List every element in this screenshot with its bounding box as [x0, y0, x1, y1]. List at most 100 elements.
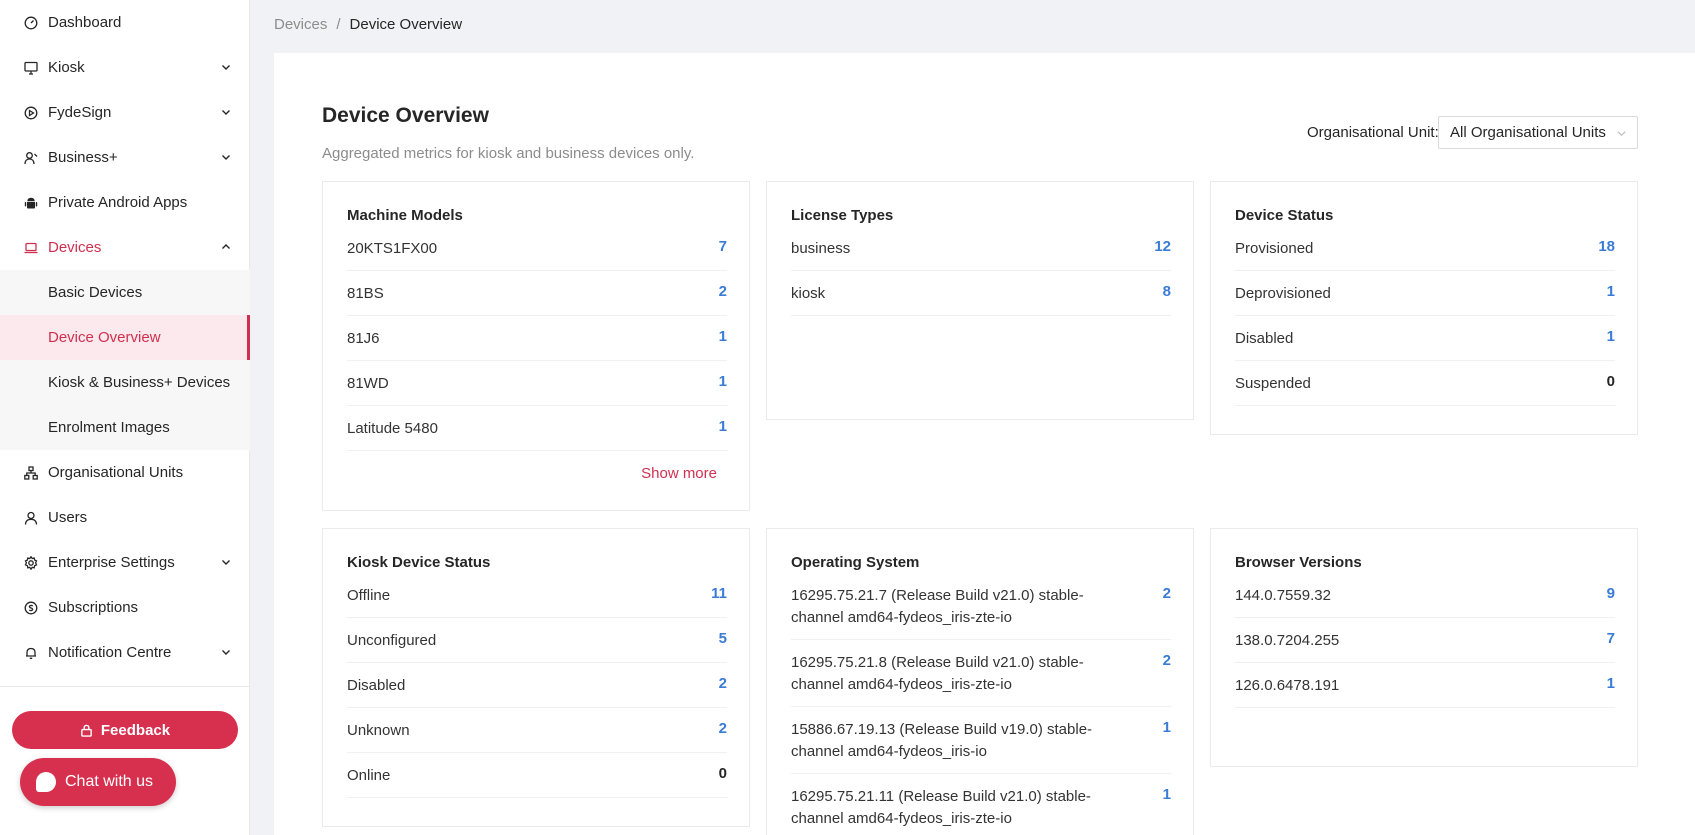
row-value[interactable]: 1	[1163, 786, 1171, 803]
sidebar: Dashboard Kiosk FydeSign Business+ Priva…	[0, 0, 250, 835]
breadcrumb: Devices / Device Overview	[274, 16, 462, 33]
chevron-down-icon	[1617, 131, 1626, 137]
lock-icon	[81, 724, 92, 737]
row-value[interactable]: 12	[1154, 238, 1171, 255]
sidebar-item-business[interactable]: Business+	[0, 135, 250, 180]
row-value[interactable]: 1	[719, 373, 727, 390]
sidebar-item-label: Devices	[48, 239, 102, 256]
sidebar-item-label: Enrolment Images	[48, 419, 170, 436]
show-more-link[interactable]: Show more	[641, 465, 717, 482]
row-label: 144.0.7559.32	[1235, 587, 1331, 604]
org-unit-label: Organisational Unit:	[1307, 124, 1439, 141]
chat-bubble-icon	[36, 772, 56, 792]
card-title: Operating System	[791, 554, 920, 571]
chat-label: Chat with us	[65, 773, 154, 790]
sidebar-item-notification-centre[interactable]: Notification Centre	[0, 630, 250, 675]
sidebar-item-basic-devices[interactable]: Basic Devices	[0, 270, 250, 315]
browser-versions-card: Browser Versions 144.0.7559.32 9 138.0.7…	[1210, 528, 1638, 767]
sidebar-item-label: Enterprise Settings	[48, 554, 175, 571]
page-title: Device Overview	[322, 104, 489, 127]
list-item: business 12	[791, 226, 1171, 271]
sidebar-item-subscriptions[interactable]: Subscriptions	[0, 585, 250, 630]
row-value[interactable]: 2	[719, 283, 727, 300]
org-units-icon	[24, 465, 38, 480]
sidebar-item-device-overview[interactable]: Device Overview	[0, 315, 250, 360]
laptop-icon	[24, 241, 38, 255]
sidebar-item-enrolment-images[interactable]: Enrolment Images	[0, 405, 250, 450]
row-value[interactable]: 11	[711, 585, 727, 602]
row-value[interactable]: 2	[1163, 652, 1171, 669]
row-value[interactable]: 1	[1607, 328, 1615, 345]
card-title: Browser Versions	[1235, 554, 1362, 571]
sidebar-item-label: Kiosk	[48, 59, 85, 76]
breadcrumb-devices-link[interactable]: Devices	[274, 16, 327, 33]
row-value[interactable]: 7	[719, 238, 727, 255]
breadcrumb-current: Device Overview	[349, 16, 463, 33]
list-item: Online 0	[347, 753, 727, 798]
sidebar-item-label: Organisational Units	[48, 464, 184, 481]
list-item: Disabled 2	[347, 663, 727, 708]
feedback-button[interactable]: Feedback	[12, 711, 238, 749]
sidebar-item-label: Basic Devices	[48, 284, 143, 301]
gear-icon	[24, 555, 38, 570]
sidebar-item-organisational-units[interactable]: Organisational Units	[0, 450, 250, 495]
fydesign-icon	[24, 106, 38, 120]
sidebar-item-fydesign[interactable]: FydeSign	[0, 90, 250, 135]
row-label: Latitude 5480	[347, 420, 438, 437]
user-icon	[24, 511, 38, 525]
android-icon	[24, 196, 38, 210]
list-item: Provisioned 18	[1235, 226, 1615, 271]
row-label: 16295.75.21.8 (Release Build v21.0) stab…	[791, 654, 1084, 693]
sidebar-item-kiosk-business-devices[interactable]: Kiosk & Business+ Devices	[0, 360, 250, 405]
row-value[interactable]: 1	[1607, 283, 1615, 300]
sidebar-item-private-android-apps[interactable]: Private Android Apps	[0, 180, 250, 225]
row-value[interactable]: 1	[1163, 719, 1171, 736]
row-value[interactable]: 2	[1163, 585, 1171, 602]
org-unit-select[interactable]: All Organisational Units	[1438, 116, 1638, 149]
row-label: 81BS	[347, 285, 384, 302]
business-icon	[24, 151, 38, 165]
row-label: Suspended	[1235, 375, 1311, 392]
row-value[interactable]: 2	[719, 675, 727, 692]
row-value[interactable]: 1	[719, 328, 727, 345]
bell-icon	[24, 646, 38, 660]
row-value[interactable]: 18	[1598, 238, 1615, 255]
sidebar-item-dashboard[interactable]: Dashboard	[0, 0, 250, 45]
sidebar-item-kiosk[interactable]: Kiosk	[0, 45, 250, 90]
row-value[interactable]: 9	[1607, 585, 1615, 602]
row-label: 16295.75.21.7 (Release Build v21.0) stab…	[791, 587, 1084, 626]
chat-button[interactable]: Chat with us	[20, 758, 176, 806]
sidebar-item-label: Subscriptions	[48, 599, 139, 616]
list-item: 81J6 1	[347, 316, 727, 361]
card-title: Device Status	[1235, 207, 1334, 224]
row-value[interactable]: 8	[1163, 283, 1171, 300]
list-item: 144.0.7559.32 9	[1235, 573, 1615, 618]
row-value[interactable]: 2	[719, 720, 727, 737]
machine-models-card: Machine Models 20KTS1FX00 7 81BS 2 81J6 …	[322, 181, 750, 511]
row-value[interactable]: 5	[719, 630, 727, 647]
list-item: Deprovisioned 1	[1235, 271, 1615, 316]
sidebar-item-enterprise-settings[interactable]: Enterprise Settings	[0, 540, 250, 585]
list-item: 16295.75.21.7 (Release Build v21.0) stab…	[791, 573, 1171, 640]
sidebar-item-users[interactable]: Users	[0, 495, 250, 540]
kiosk-device-status-card: Kiosk Device Status Offline 11 Unconfigu…	[322, 528, 750, 827]
list-item: kiosk 8	[791, 271, 1171, 316]
row-value[interactable]: 1	[1607, 675, 1615, 692]
org-unit-select-value: All Organisational Units	[1450, 124, 1606, 141]
row-value[interactable]: 1	[719, 418, 727, 435]
sidebar-item-devices[interactable]: Devices	[0, 225, 250, 270]
sidebar-item-label: Device Overview	[48, 329, 161, 346]
row-value: 0	[1606, 373, 1615, 390]
list-item: 126.0.6478.191 1	[1235, 663, 1615, 708]
list-item: 16295.75.21.11 (Release Build v21.0) sta…	[791, 774, 1171, 835]
card-title: License Types	[791, 207, 894, 224]
sidebar-item-label: Kiosk & Business+ Devices	[48, 374, 231, 391]
row-value[interactable]: 7	[1607, 630, 1615, 647]
row-label: 20KTS1FX00	[347, 240, 438, 257]
subscriptions-icon	[24, 601, 38, 615]
row-label: business	[791, 240, 851, 257]
chevron-down-icon	[222, 650, 230, 655]
list-item: Unknown 2	[347, 708, 727, 753]
list-item: Disabled 1	[1235, 316, 1615, 361]
row-label: 138.0.7204.255	[1235, 632, 1340, 649]
